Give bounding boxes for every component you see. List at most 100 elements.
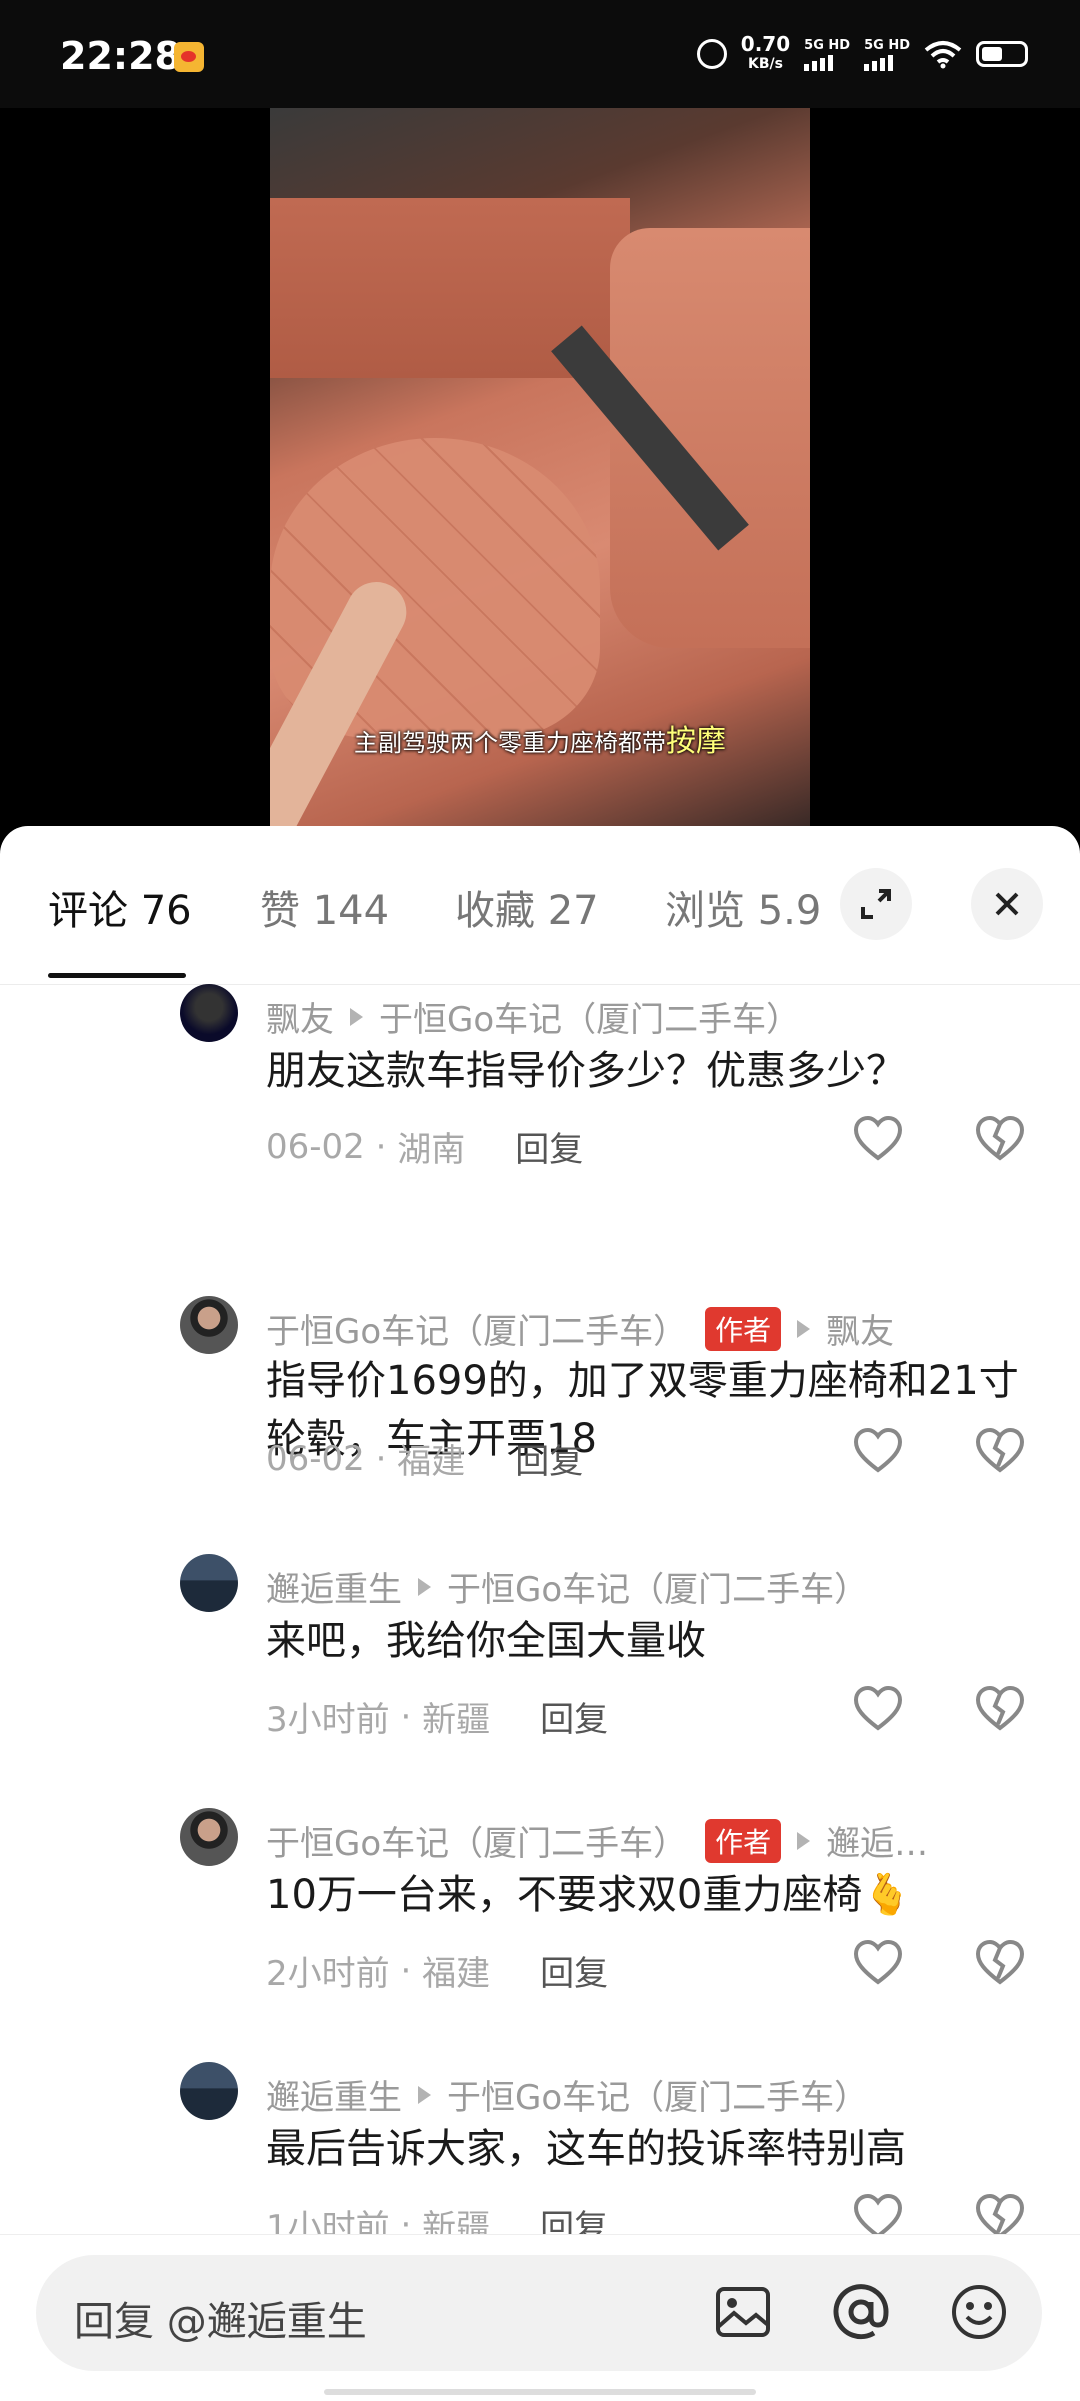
reply-bar: 回复 @邂逅重生 xyxy=(0,2234,1080,2401)
comment-time: 3小时前 xyxy=(266,1700,390,1740)
reply-target[interactable]: 于恒Go车记（厦门二手车） xyxy=(447,2070,868,2119)
comment-meta: 邂逅重生 于恒Go车记（厦门二手车） xyxy=(266,2070,868,2119)
reply-button[interactable]: 回复 xyxy=(540,2200,608,2234)
comment-text: 最后告诉大家，这车的投诉率特别高 xyxy=(266,2126,906,2172)
comment-footer: 06-02 · 福建 回复 xyxy=(266,1434,583,1483)
comment-time: 1小时前 xyxy=(266,2208,390,2234)
comment-meta: 于恒Go车记（厦门二手车） 作者 邂逅… xyxy=(266,1816,928,1865)
comment-time: 2小时前 xyxy=(266,1954,390,1994)
image-icon[interactable] xyxy=(712,2281,774,2343)
reply-arrow-icon xyxy=(418,1577,431,1596)
network-speed: 0.70 KB/s xyxy=(741,34,790,74)
comment-footer: 2小时前 · 福建 回复 xyxy=(266,1946,608,1995)
broken-heart-icon[interactable] xyxy=(974,1114,1026,1164)
tab-bar: 评论 76 赞 144 收藏 27 浏览 5.9 xyxy=(0,826,1080,985)
heart-icon[interactable] xyxy=(852,1938,904,1988)
reply-button[interactable]: 回复 xyxy=(540,1946,608,1995)
reply-button[interactable]: 回复 xyxy=(515,1122,583,1171)
emoji-icon[interactable] xyxy=(948,2281,1010,2343)
comment-location: 湖南 xyxy=(397,1130,466,1170)
avatar[interactable] xyxy=(180,2062,238,2120)
broken-heart-icon[interactable] xyxy=(974,1426,1026,1476)
reply-target[interactable]: 于恒Go车记（厦门二手车） xyxy=(447,1562,868,1611)
expand-icon xyxy=(861,889,891,919)
at-icon[interactable] xyxy=(830,2281,892,2343)
comment-location: 新疆 xyxy=(422,2208,491,2234)
broken-heart-icon[interactable] xyxy=(974,1938,1026,1988)
status-icons: 0.70 KB/s 5G HD 5G HD xyxy=(696,34,1028,74)
signal-sim1: 5G HD xyxy=(804,38,850,71)
close-icon xyxy=(995,892,1019,916)
signal-bars-icon xyxy=(804,53,834,71)
comment-location: 福建 xyxy=(422,1954,491,1994)
reply-target[interactable]: 于恒Go车记（厦门二手车） xyxy=(379,992,800,1041)
reply-arrow-icon xyxy=(418,2085,431,2104)
reply-button[interactable]: 回复 xyxy=(515,1434,583,1483)
sim2-label: 5G HD xyxy=(864,37,910,53)
home-indicator[interactable] xyxy=(324,2389,756,2395)
comment-meta: 邂逅重生 于恒Go车记（厦门二手车） xyxy=(266,1562,868,1611)
status-bar: 22:28 0.70 KB/s 5G HD 5G HD xyxy=(0,0,1080,108)
avatar[interactable] xyxy=(180,1808,238,1866)
comment-time: 06-02 xyxy=(266,1126,365,1167)
subtitle-text: 主副驾驶两个零重力座椅都带 xyxy=(354,729,666,757)
subtitle-highlight: 按摩 xyxy=(666,724,726,759)
video-subtitle: 主副驾驶两个零重力座椅都带按摩 xyxy=(270,716,810,760)
status-time: 22:28 xyxy=(60,34,181,78)
broken-heart-icon[interactable] xyxy=(974,1684,1026,1734)
expand-button[interactable] xyxy=(840,868,912,940)
heart-icon[interactable] xyxy=(852,1684,904,1734)
network-speed-value: 0.70 xyxy=(740,32,791,56)
comment-author[interactable]: 于恒Go车记（厦门二手车） xyxy=(266,1816,687,1865)
heart-icon[interactable] xyxy=(852,1426,904,1476)
author-badge: 作者 xyxy=(705,1306,782,1351)
comment-text: 来吧，我给你全国大量收 xyxy=(266,1618,706,1664)
tab-views[interactable]: 浏览 5.9 xyxy=(665,878,821,936)
heart-icon[interactable] xyxy=(852,2192,904,2234)
comment-time: 06-02 xyxy=(266,1438,365,1479)
weibo-app-icon xyxy=(174,42,204,72)
comment-location: 福建 xyxy=(397,1442,466,1482)
comment-author[interactable]: 于恒Go车记（厦门二手车） xyxy=(266,1304,687,1353)
tab-likes[interactable]: 赞 144 xyxy=(260,878,389,936)
reply-target[interactable]: 邂逅… xyxy=(826,1816,928,1865)
tab-comments[interactable]: 评论 76 xyxy=(48,878,192,936)
wifi-icon xyxy=(924,41,962,69)
comment-meta: 于恒Go车记（厦门二手车） 作者 飘友 xyxy=(266,1304,894,1353)
comment-author[interactable]: 邂逅重生 xyxy=(266,2070,402,2119)
comment-location: 新疆 xyxy=(422,1700,491,1740)
author-badge: 作者 xyxy=(705,1818,782,1863)
comments-sheet: 评论 76 赞 144 收藏 27 浏览 5.9 飘友 于恒Go车记（厦门二手车… xyxy=(0,826,1080,2400)
sim1-label: 5G HD xyxy=(804,37,851,53)
reply-button[interactable]: 回复 xyxy=(540,1692,608,1741)
signal-sim2: 5G HD xyxy=(864,38,910,71)
video-player[interactable]: 主副驾驶两个零重力座椅都带按摩 xyxy=(270,108,810,843)
comment-text: 朋友这款车指导价多少？优惠多少？ xyxy=(266,1048,906,1094)
reply-input[interactable]: 回复 @邂逅重生 xyxy=(36,2255,1042,2371)
comment-meta: 飘友 于恒Go车记（厦门二手车） xyxy=(266,992,800,1041)
reply-placeholder: 回复 @邂逅重生 xyxy=(74,2299,367,2345)
alarm-icon xyxy=(696,39,727,69)
close-button[interactable] xyxy=(971,868,1043,940)
network-speed-unit: KB/s xyxy=(747,56,783,72)
comment-footer: 1小时前 · 新疆 回复 xyxy=(266,2200,608,2235)
comment-list[interactable]: 飘友 于恒Go车记（厦门二手车） 朋友这款车指导价多少？优惠多少？ 06-02 … xyxy=(0,984,1080,2234)
avatar[interactable] xyxy=(180,1554,238,1612)
comment-footer: 06-02 · 湖南 回复 xyxy=(266,1122,583,1171)
signal-bars-icon xyxy=(864,53,894,71)
heart-icon[interactable] xyxy=(852,1114,904,1164)
reply-arrow-icon xyxy=(350,1007,363,1026)
reply-arrow-icon xyxy=(797,1831,811,1850)
comment-text: 10万一台来，不要求双0重力座椅🫰 xyxy=(266,1872,913,1918)
broken-heart-icon[interactable] xyxy=(974,2192,1026,2234)
battery-icon xyxy=(976,41,1028,67)
avatar[interactable] xyxy=(180,984,238,1042)
active-tab-indicator xyxy=(48,973,186,978)
reply-target[interactable]: 飘友 xyxy=(826,1304,894,1353)
comment-footer: 3小时前 · 新疆 回复 xyxy=(266,1692,608,1741)
tab-favorites[interactable]: 收藏 27 xyxy=(455,878,599,936)
avatar[interactable] xyxy=(180,1296,238,1354)
reply-arrow-icon xyxy=(797,1319,811,1338)
comment-author[interactable]: 飘友 xyxy=(266,992,334,1041)
comment-author[interactable]: 邂逅重生 xyxy=(266,1562,402,1611)
